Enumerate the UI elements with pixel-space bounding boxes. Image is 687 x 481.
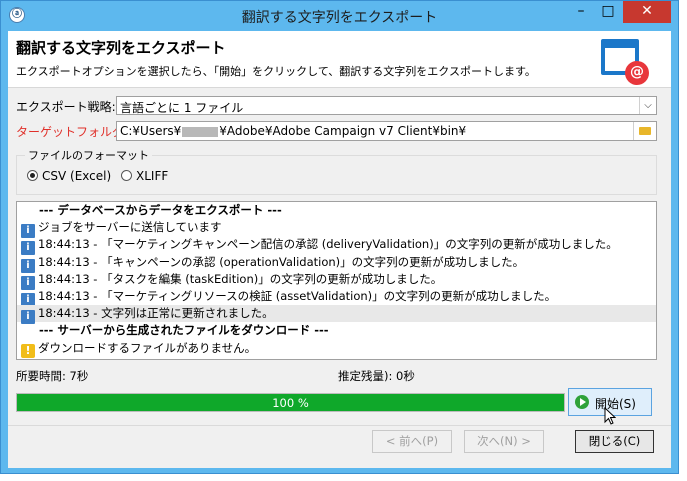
log-section-header: --- サーバーから生成されたファイルをダウンロード --- bbox=[17, 322, 656, 339]
log-entry: i 18:44:13 - 「タスクを編集 (taskEdition)」の文字列の更… bbox=[17, 271, 656, 290]
progress-bar: 100 % bbox=[16, 393, 565, 412]
elapsed-label: 所要時間: bbox=[16, 369, 66, 383]
radio-xliff[interactable]: XLIFF bbox=[121, 169, 168, 183]
log-entry: i 18:44:13 - 文字列は正常に更新されました。 bbox=[17, 305, 656, 325]
log-entry: ! ダウンロードするファイルがありません。 bbox=[17, 340, 656, 358]
browse-folder-button[interactable] bbox=[633, 122, 656, 140]
file-format-group: ファイルのフォーマット CSV (Excel) XLIFF bbox=[16, 147, 657, 195]
export-strategy-label: エクスポート戦略: bbox=[16, 100, 116, 114]
elapsed-value: 7秒 bbox=[69, 369, 89, 383]
folder-path-prefix: C:¥Users¥ bbox=[120, 124, 182, 138]
radio-xliff-label: XLIFF bbox=[136, 169, 169, 183]
log-text: 18:44:13 - 「タスクを編集 (taskEdition)」の文字列の更新… bbox=[38, 271, 443, 286]
log-entry: i 18:44:13 - 「マーケティングキャンペーン配信の承認 (deliver… bbox=[17, 236, 656, 256]
progress-label: 100 % bbox=[272, 396, 309, 410]
minimize-button[interactable]: – bbox=[567, 1, 595, 23]
log-text: 18:44:13 - 「キャンペーンの承認 (operationValidati… bbox=[38, 254, 525, 269]
back-button[interactable]: < 前へ(P) bbox=[372, 430, 452, 453]
remaining-label: 推定残量): bbox=[338, 369, 393, 383]
title-bar[interactable]: ⓐ 翻訳する文字列をエクスポート – □ ✕ bbox=[1, 1, 678, 31]
warning-icon: ! bbox=[21, 343, 35, 358]
footer-separator bbox=[8, 425, 671, 426]
export-window: ⓐ 翻訳する文字列をエクスポート – □ ✕ 翻訳する文字列をエクスポート エク… bbox=[0, 0, 679, 474]
export-strategy-value: 言語ごとに 1 ファイル bbox=[120, 101, 244, 115]
export-strategy-select[interactable]: 言語ごとに 1 ファイル ⌵ bbox=[116, 96, 657, 115]
log-entry: i 18:44:13 - 「マーケティングリソースの検証 (assetValida… bbox=[17, 288, 656, 307]
radio-csv-label: CSV (Excel) bbox=[42, 169, 112, 183]
dialog-header: 翻訳する文字列をエクスポート エクスポートオプションを選択したら、「開始」をクリ… bbox=[8, 31, 671, 88]
log-text: 18:44:13 - 「マーケティングキャンペーン配信の承認 (delivery… bbox=[38, 237, 618, 252]
logo-bar bbox=[605, 43, 635, 48]
elapsed-time: 所要時間: 7秒 bbox=[16, 368, 88, 384]
next-button[interactable]: 次へ(N) > bbox=[464, 430, 544, 453]
close-window-button[interactable]: ✕ bbox=[623, 1, 671, 23]
folder-path-suffix: ¥Adobe¥Adobe Campaign v7 Client¥bin¥ bbox=[219, 124, 467, 138]
mouse-cursor-icon bbox=[604, 407, 616, 425]
header-description: エクスポートオプションを選択したら、「開始」をクリックして、翻訳する文字列をエク… bbox=[16, 65, 536, 78]
close-button[interactable]: 閉じる(C) bbox=[575, 430, 654, 453]
log-text: 18:44:13 - 「マーケティングリソースの検証 (assetValidat… bbox=[38, 288, 557, 303]
log-text: ジョブをサーバーに送信しています bbox=[38, 220, 222, 235]
log-text: --- データベースからデータをエクスポート --- bbox=[39, 203, 282, 217]
redacted-username bbox=[182, 126, 219, 137]
log-panel[interactable]: --- データベースからデータをエクスポート --- i ジョブをサーバーに送信して… bbox=[16, 201, 657, 360]
remaining-time: 推定残量): 0秒 bbox=[338, 368, 415, 384]
log-entry: i ジョブをサーバーに送信しています bbox=[17, 219, 656, 239]
log-text: ダウンロードするファイルがありません。 bbox=[38, 340, 257, 355]
target-folder-value: C:¥Users¥ ¥Adobe¥Adobe Campaign v7 Client… bbox=[120, 124, 466, 138]
target-folder-input[interactable]: C:¥Users¥ ¥Adobe¥Adobe Campaign v7 Client… bbox=[116, 121, 657, 141]
log-section-header: --- データベースからデータをエクスポート --- bbox=[17, 202, 656, 219]
at-badge-icon: @ bbox=[625, 61, 649, 85]
log-text: --- サーバーから生成されたファイルをダウンロード --- bbox=[39, 323, 329, 338]
log-entry: i 18:44:13 - 「キャンペーンの承認 (operationValidat… bbox=[17, 254, 656, 273]
email-logo-icon: @ bbox=[601, 39, 649, 85]
header-title: 翻訳する文字列をエクスポート bbox=[16, 39, 226, 57]
radio-csv[interactable]: CSV (Excel) bbox=[27, 169, 111, 183]
chevron-down-icon[interactable]: ⌵ bbox=[639, 97, 656, 114]
dialog-client: 翻訳する文字列をエクスポート エクスポートオプションを選択したら、「開始」をクリ… bbox=[8, 31, 671, 468]
file-format-legend: ファイルのフォーマット bbox=[25, 147, 152, 163]
remaining-value: 0秒 bbox=[396, 369, 415, 383]
folder-icon bbox=[639, 127, 651, 135]
play-icon bbox=[575, 395, 589, 409]
radio-unselected-icon bbox=[121, 170, 132, 181]
log-text: 18:44:13 - 文字列は正常に更新されました。 bbox=[38, 306, 274, 321]
radio-selected-icon bbox=[27, 170, 38, 181]
maximize-button[interactable]: □ bbox=[595, 1, 621, 23]
